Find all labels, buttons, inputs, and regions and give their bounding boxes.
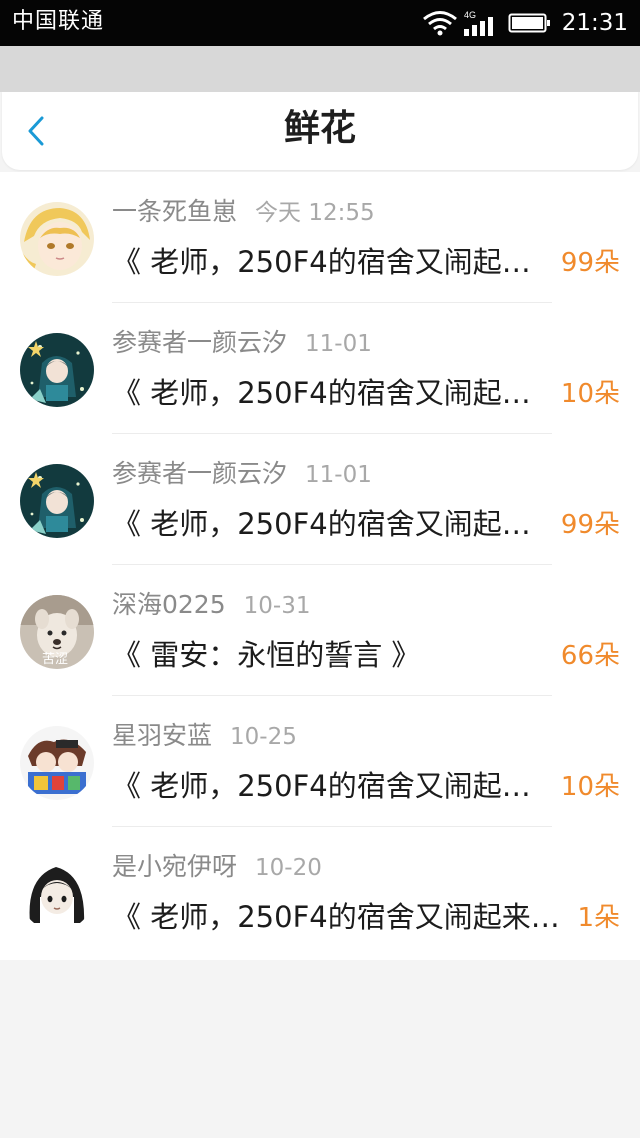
- user-name-text: 是小宛伊呀: [112, 852, 238, 881]
- header-spacer: [0, 46, 640, 92]
- date-label: 10-20: [255, 855, 322, 881]
- avatar-dog-photo-icon: 苦涩: [20, 595, 94, 669]
- page-title: 鲜花: [283, 108, 356, 149]
- clock: 21:31: [561, 10, 628, 36]
- user-name: 一条死鱼崽 今天 12:55: [112, 196, 375, 229]
- list-item[interactable]: 是小宛伊呀 10-20 《 老师，250F4的宿舍又闹起来了》 1朵: [0, 827, 640, 958]
- user-name: 参赛者一颜云汐 11-01: [112, 327, 372, 360]
- date-label: 今天 12:55: [255, 200, 375, 226]
- user-name: 星羽安蓝 10-25: [112, 720, 297, 753]
- battery-icon: [508, 13, 550, 33]
- work-title: 《 老师，250F4的宿舍又闹起来了》: [112, 900, 562, 934]
- avatar-black-hair-girl-icon: [20, 857, 94, 931]
- list-item[interactable]: 苦涩 深海0225 10-31 《 雷安：永恒的誓言 》 66朵: [0, 565, 640, 696]
- wifi-icon: [422, 11, 457, 36]
- user-name-text: 参赛者一颜云汐: [112, 328, 288, 357]
- work-title: 《 老师，250F4的宿舍又闹起来了》: [112, 769, 542, 803]
- avatar: 苦涩: [20, 595, 94, 669]
- date-label: 10-31: [243, 593, 311, 619]
- flower-count: 66朵: [560, 641, 620, 671]
- list-item[interactable]: 参赛者一颜云汐 11-01 《 老师，250F4的宿舍又闹起来了》 10朵: [0, 303, 640, 434]
- avatar-colorful-chibi-icon: [20, 726, 94, 800]
- user-name: 是小宛伊呀 10-20: [112, 851, 322, 884]
- list-item[interactable]: 一条死鱼崽 今天 12:55 《 老师，250F4的宿舍又闹起来了》 99朵: [0, 172, 640, 303]
- user-name: 参赛者一颜云汐 11-01: [112, 458, 372, 491]
- carrier-label: 中国联通: [12, 9, 105, 34]
- user-name-text: 星羽安蓝: [112, 721, 213, 750]
- avatar: [20, 333, 94, 407]
- work-title: 《 老师，250F4的宿舍又闹起来了》: [112, 376, 542, 410]
- list-item[interactable]: 星羽安蓝 10-25 《 老师，250F4的宿舍又闹起来了》 10朵: [0, 696, 640, 827]
- user-name: 深海0225 10-31: [112, 589, 310, 622]
- user-name-text: 深海0225: [112, 590, 226, 619]
- status-bar: 中国联通 4G 21:31: [0, 0, 640, 46]
- user-name-text: 参赛者一颜云汐: [112, 459, 288, 488]
- avatar: [20, 202, 94, 276]
- date-label: 11-01: [305, 462, 372, 488]
- flower-list: 一条死鱼崽 今天 12:55 《 老师，250F4的宿舍又闹起来了》 99朵 参…: [0, 172, 640, 960]
- avatar-starry-anime-icon: [20, 333, 94, 407]
- avatar-caption: 苦涩: [42, 651, 68, 667]
- list-item[interactable]: 参赛者一颜云汐 11-01 《 老师，250F4的宿舍又闹起来了》 99朵: [0, 434, 640, 565]
- flower-count: 99朵: [560, 248, 620, 278]
- work-title: 《 老师，250F4的宿舍又闹起来了》: [112, 245, 542, 279]
- avatar: [20, 726, 94, 800]
- date-label: 10-25: [230, 724, 297, 750]
- nav-bar: 鲜花: [2, 92, 638, 170]
- status-icons: 4G 21:31: [422, 8, 628, 38]
- flower-count: 10朵: [560, 772, 620, 802]
- date-label: 11-01: [305, 331, 372, 357]
- flower-count: 10朵: [560, 379, 620, 409]
- user-name-text: 一条死鱼崽: [112, 197, 238, 226]
- flower-count: 99朵: [560, 510, 620, 540]
- cellular-signal-icon: 4G: [463, 10, 493, 36]
- work-title: 《 雷安：永恒的誓言 》: [112, 638, 421, 672]
- avatar: [20, 464, 94, 538]
- network-type-label: 4G: [464, 10, 476, 20]
- avatar-blonde-anime-icon: [20, 202, 94, 276]
- work-title: 《 老师，250F4的宿舍又闹起来了》: [112, 507, 542, 541]
- avatar: [20, 857, 94, 931]
- flower-count: 1朵: [577, 903, 620, 933]
- avatar-starry-anime-icon: [20, 464, 94, 538]
